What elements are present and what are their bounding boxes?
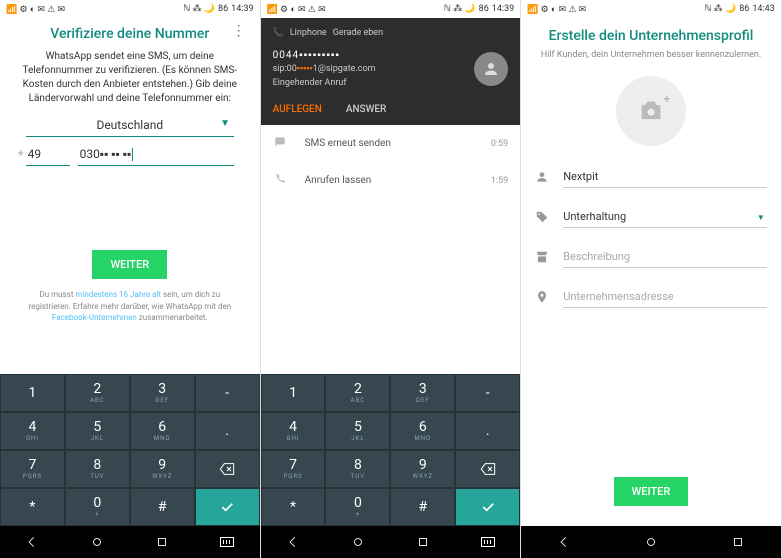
screen-verify-number: 📶 ⚙ ◐ ✉ ⚠ ✉ ℕ ⁂ 🌙 86 14:39 Verifiziere d… <box>0 0 261 558</box>
sip-address: sip:00▪▪▪▪▪1@sipgate.com <box>273 63 376 77</box>
category-select[interactable] <box>563 206 767 228</box>
call-status: Eingehender Anruf <box>273 77 376 91</box>
tag-icon <box>535 209 551 228</box>
add-photo-button[interactable]: + <box>616 76 686 146</box>
nav-back-icon[interactable] <box>25 535 39 549</box>
status-bar: 📶 ⚙ ◐ ✉ ⚠ ✉ ℕ ⁂ 🌙 86 14:43 <box>521 0 781 18</box>
key-2[interactable]: 2ABC <box>65 374 130 412</box>
key-4[interactable]: 4GHI <box>261 412 326 450</box>
nav-home-icon[interactable] <box>351 535 365 549</box>
address-input[interactable] <box>563 286 767 308</box>
phone-icon: 📞 <box>273 28 284 38</box>
camera-icon <box>637 97 665 125</box>
key-6[interactable]: 6MNO <box>390 412 455 450</box>
key-5[interactable]: 5JKL <box>65 412 130 450</box>
business-name-input[interactable] <box>563 166 767 188</box>
timestamp: Gerade eben <box>333 28 383 38</box>
key-check[interactable] <box>195 488 260 526</box>
chevron-down-icon: ▼ <box>220 118 230 129</box>
key-8[interactable]: 8TUV <box>65 450 130 488</box>
nav-recent-icon[interactable] <box>731 535 745 549</box>
country-code-input[interactable]: 49 <box>26 143 70 166</box>
nav-keyboard-icon[interactable] <box>220 537 234 547</box>
key-.[interactable]: . <box>455 412 520 450</box>
status-bar: 📶 ⚙ ◐ ✉ ⚠ ✉ ℕ ⁂ 🌙 86 14:39 <box>261 0 521 18</box>
key-#[interactable]: # <box>390 488 455 526</box>
hangup-button[interactable]: AUFLEGEN <box>273 104 322 115</box>
nav-keyboard-icon[interactable] <box>481 537 495 547</box>
key-7[interactable]: 7PQRS <box>261 450 326 488</box>
key-9[interactable]: 9WXYZ <box>390 450 455 488</box>
next-button[interactable]: WEITER <box>92 250 167 279</box>
app-name: Linphone <box>290 28 327 38</box>
screen-business-profile: 📶 ⚙ ◐ ✉ ⚠ ✉ ℕ ⁂ 🌙 86 14:43 Erstelle dein… <box>521 0 782 558</box>
key-.[interactable]: . <box>195 412 260 450</box>
location-icon <box>535 289 551 308</box>
key-3[interactable]: 3DEF <box>390 374 455 412</box>
sms-icon <box>273 135 295 152</box>
key-7[interactable]: 7PQRS <box>0 450 65 488</box>
key-#[interactable]: # <box>130 488 195 526</box>
key-check[interactable] <box>455 488 520 526</box>
nav-recent-icon[interactable] <box>416 535 430 549</box>
key--[interactable]: - <box>455 374 520 412</box>
key-4[interactable]: 4GHI <box>0 412 65 450</box>
call-notification: 📞 Linphone Gerade eben 0044▪▪▪▪▪▪▪▪▪ sip… <box>261 18 521 125</box>
list-item[interactable]: Anrufen lassen 1:59 <box>261 162 521 199</box>
nav-back-icon[interactable] <box>286 535 300 549</box>
key--[interactable]: - <box>195 374 260 412</box>
key-back[interactable] <box>195 450 260 488</box>
nav-recent-icon[interactable] <box>155 535 169 549</box>
page-title: Erstelle dein Unternehmensprofil <box>535 28 767 44</box>
screen-incoming-call: 📶 ⚙ ◐ ✉ ⚠ ✉ ℕ ⁂ 🌙 86 14:39 📞 Linphone Ge… <box>261 0 522 558</box>
legal-text: Du musst mindestens 16 Jahre alt sein, u… <box>14 289 246 323</box>
facebook-link[interactable]: Facebook-Unternehmen <box>52 313 137 322</box>
key-*[interactable]: * <box>0 488 65 526</box>
nav-back-icon[interactable] <box>557 535 571 549</box>
key-8[interactable]: 8TUV <box>325 450 390 488</box>
page-title: Verifiziere deine Nummer <box>50 26 209 42</box>
description-input[interactable] <box>563 246 767 268</box>
android-navbar <box>521 526 781 558</box>
retry-list: SMS erneut senden 0:59 Anrufen lassen 1:… <box>261 125 521 374</box>
avatar <box>474 52 508 86</box>
person-icon <box>535 169 551 188</box>
call-icon <box>273 172 295 189</box>
key-1[interactable]: 1 <box>261 374 326 412</box>
caller-number: 0044▪▪▪▪▪▪▪▪▪ <box>273 48 376 63</box>
numeric-keyboard: 12ABC3DEF- 4GHI5JKL6MNO. 7PQRS8TUV9WXYZ *0+… <box>261 374 521 526</box>
key-0[interactable]: 0+ <box>65 488 130 526</box>
key-3[interactable]: 3DEF <box>130 374 195 412</box>
nav-home-icon[interactable] <box>644 535 658 549</box>
key-back[interactable] <box>455 450 520 488</box>
android-navbar <box>261 526 521 558</box>
age-link[interactable]: mindestens 16 Jahre alt <box>75 290 161 299</box>
answer-button[interactable]: ANSWER <box>346 104 387 115</box>
phone-number-input[interactable]: 030▪▪ ▪▪ ▪▪ <box>78 143 234 166</box>
description: WhatsApp sendet eine SMS, um deine Telef… <box>14 50 246 106</box>
numeric-keyboard: 12ABC3DEF- 4GHI5JKL6MNO. 7PQRS8TUV9WXYZ *0+… <box>0 374 260 526</box>
list-item[interactable]: SMS erneut senden 0:59 <box>261 125 521 162</box>
key-0[interactable]: 0+ <box>325 488 390 526</box>
more-icon[interactable]: ⋮ <box>232 26 246 36</box>
android-navbar <box>0 526 260 558</box>
status-bar: 📶 ⚙ ◐ ✉ ⚠ ✉ ℕ ⁂ 🌙 86 14:39 <box>0 0 260 18</box>
key-9[interactable]: 9WXYZ <box>130 450 195 488</box>
next-button[interactable]: WEITER <box>614 477 689 506</box>
key-6[interactable]: 6MNO <box>130 412 195 450</box>
key-5[interactable]: 5JKL <box>325 412 390 450</box>
key-*[interactable]: * <box>261 488 326 526</box>
key-2[interactable]: 2ABC <box>325 374 390 412</box>
key-1[interactable]: 1 <box>0 374 65 412</box>
plus-icon: + <box>663 92 670 106</box>
subtitle: Hilf Kunden, dein Unternehmen besser ken… <box>535 50 767 60</box>
nav-home-icon[interactable] <box>90 535 104 549</box>
country-select[interactable]: Deutschland ▼ <box>26 114 234 137</box>
store-icon <box>535 249 551 268</box>
